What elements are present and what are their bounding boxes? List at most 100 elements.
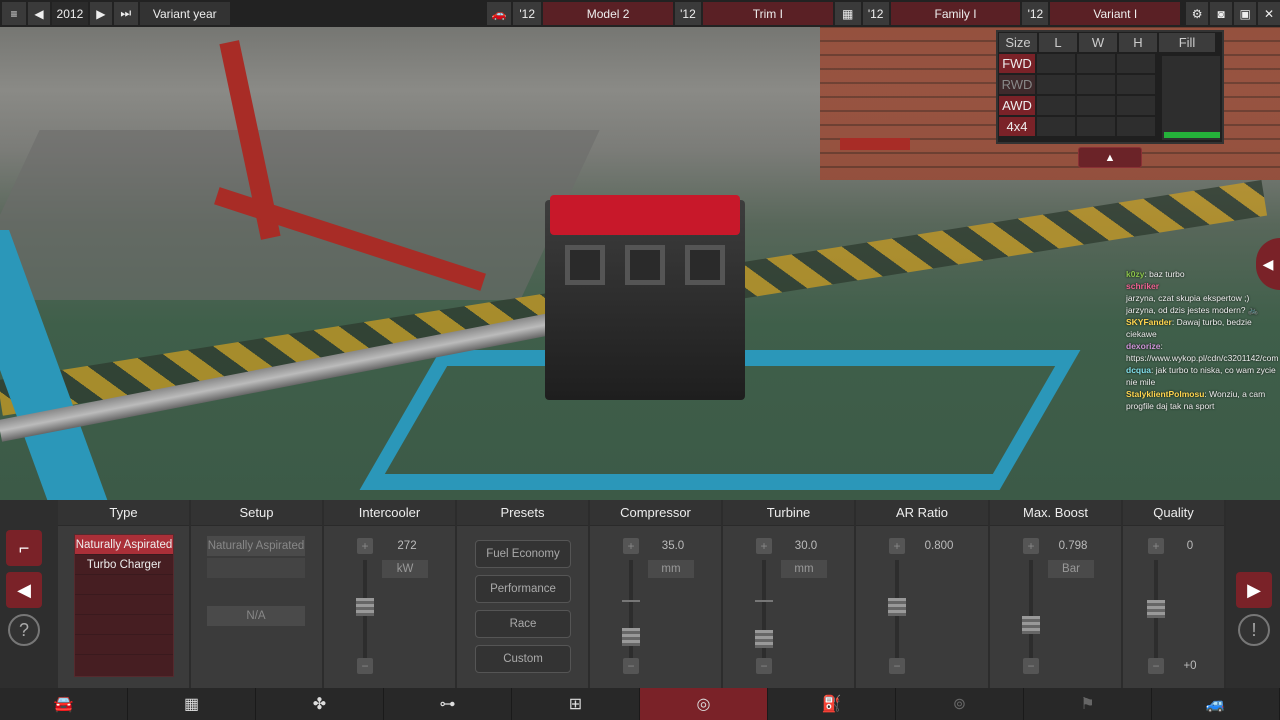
type-list: Naturally Aspirated Turbo Charger [74, 534, 174, 677]
max-boost-slider[interactable] [1022, 616, 1040, 634]
model-year: '12 [513, 2, 542, 25]
ar-ratio-plus-icon[interactable]: + [889, 538, 905, 554]
fast-forward-button[interactable]: ⏭ [113, 2, 138, 25]
bottom-nav: 🚘 ▦ ✤ ⊶ ⊞ ◎ ⛽ ⊚ ⚑ 🚙 [0, 688, 1280, 720]
compressor-plus-icon[interactable]: + [623, 538, 639, 554]
compressor-column: Compressor + 35.0 mm − [590, 500, 723, 688]
engine-cylinder [625, 245, 665, 285]
turbine-minus-icon[interactable]: − [756, 658, 772, 674]
intercooler-slider[interactable] [356, 598, 374, 616]
type-header: Type [58, 500, 189, 526]
help-icon[interactable]: ? [8, 614, 40, 646]
prev-year-button[interactable]: ◀ [27, 2, 50, 25]
year-value[interactable]: 2012 [51, 2, 88, 25]
chat-line: jarzyna, od dzis jestes modern? 🚲 [1126, 305, 1259, 315]
chat-overlay: k0zy: baz turbo schriker jarzyna, czat s… [1126, 268, 1280, 412]
preset-performance[interactable]: Performance [475, 575, 571, 603]
intercooler-unit: kW [382, 560, 428, 578]
right-nav: ▶ ! [1226, 500, 1280, 688]
ar-ratio-slider[interactable] [888, 598, 906, 616]
turbo-icon[interactable]: ◎ [640, 688, 768, 720]
fill-header: Fill [1159, 33, 1215, 52]
length-header: L [1039, 33, 1077, 52]
intercooler-header: Intercooler [324, 500, 455, 526]
chat-line: StalyklientPolmosu: Wonziu, a cam progfi… [1126, 389, 1266, 411]
intercooler-minus-icon[interactable]: − [357, 658, 373, 674]
type-column: Type Naturally Aspirated Turbo Charger [58, 500, 191, 688]
setup-header: Setup [191, 500, 322, 526]
warning-icon[interactable]: ! [1238, 614, 1270, 646]
compressor-header: Compressor [590, 500, 721, 526]
fwd-button[interactable]: FWD [999, 54, 1035, 73]
car-designer-icon[interactable]: 🚘 [0, 688, 128, 720]
quality-minus-icon[interactable]: − [1148, 658, 1164, 674]
engine-icon[interactable]: ▦ [834, 2, 861, 25]
engine-parts-icon[interactable]: ✤ [256, 688, 384, 720]
max-boost-minus-icon[interactable]: − [1023, 658, 1039, 674]
camshaft-icon[interactable]: ⊞ [512, 688, 640, 720]
compressor-unit: mm [648, 560, 694, 578]
fuel-icon[interactable]: ⛽ [768, 688, 896, 720]
turbo-config-panel: ⌐ ◀ ? Type Naturally Aspirated Turbo Cha… [0, 500, 1280, 688]
preset-fuel-economy[interactable]: Fuel Economy [475, 540, 571, 568]
quality-bottom-value: +0 [1183, 660, 1197, 672]
quality-plus-icon[interactable]: + [1148, 538, 1164, 554]
turbine-plus-icon[interactable]: + [756, 538, 772, 554]
next-button[interactable]: ▶ [1236, 572, 1272, 608]
car-export-icon[interactable]: 🚙 [1152, 688, 1280, 720]
awd-button[interactable]: AWD [999, 96, 1035, 115]
model-select[interactable]: Model 2 [543, 2, 673, 25]
setup-column: Setup Naturally Aspirated N/A [191, 500, 324, 688]
ar-ratio-minus-icon[interactable]: − [889, 658, 905, 674]
collapse-panel-button[interactable]: ▲ [1078, 147, 1142, 168]
compressor-slider[interactable] [622, 628, 640, 646]
quality-column: Quality + 0 − +0 [1123, 500, 1226, 688]
height-header: H [1119, 33, 1157, 52]
left-nav: ⌐ ◀ ? [0, 500, 58, 688]
chat-line: schriker [1126, 281, 1160, 291]
next-year-button[interactable]: ▶ [89, 2, 112, 25]
save-icon[interactable]: ▣ [1234, 2, 1257, 25]
rwd-button[interactable]: RWD [999, 75, 1035, 94]
presets-header: Presets [457, 500, 588, 526]
setup-na: N/A [207, 606, 305, 626]
close-icon[interactable]: ✕ [1258, 2, 1280, 25]
type-option-turbo-charger[interactable]: Turbo Charger [75, 555, 173, 575]
width-header: W [1079, 33, 1117, 52]
engine-head [550, 195, 740, 235]
4x4-button[interactable]: 4x4 [999, 117, 1035, 136]
menu-icon[interactable]: ≡ [2, 2, 26, 25]
size-header: Size [999, 33, 1037, 52]
quality-slider[interactable] [1147, 600, 1165, 618]
max-boost-value: 0.798 [1058, 540, 1088, 552]
turbine-header: Turbine [723, 500, 854, 526]
max-boost-plus-icon[interactable]: + [1023, 538, 1039, 554]
trim-select[interactable]: Trim I [702, 2, 833, 25]
engine-block-icon[interactable]: ▦ [128, 688, 256, 720]
gear-icon[interactable]: ⚙ [1186, 2, 1209, 25]
back-button[interactable]: ◀ [6, 572, 42, 608]
variant-year-label: Variant year [139, 2, 230, 25]
family-select[interactable]: Family I [890, 2, 1021, 25]
chat-line: k0zy: baz turbo [1126, 269, 1185, 279]
compressor-minus-icon[interactable]: − [623, 658, 639, 674]
intercooler-plus-icon[interactable]: + [357, 538, 373, 554]
turbine-slider[interactable] [755, 630, 773, 648]
camera-icon[interactable]: ◙ [1210, 2, 1233, 25]
chat-line: dcqua: jak turbo to niska, co wam zycie … [1126, 365, 1276, 387]
stool [840, 90, 910, 150]
max-boost-header: Max. Boost [990, 500, 1121, 526]
variant-select[interactable]: Variant I [1050, 2, 1181, 25]
exhaust-icon[interactable]: ⊚ [896, 688, 1024, 720]
test-flag-icon[interactable]: ⚑ [1024, 688, 1152, 720]
graph-icon[interactable]: ⌐ [6, 530, 42, 566]
crankshaft-icon[interactable]: ⊶ [384, 688, 512, 720]
preset-race[interactable]: Race [475, 610, 571, 638]
variant-year: '12 [1022, 2, 1049, 25]
type-option-naturally-aspirated[interactable]: Naturally Aspirated [75, 535, 173, 555]
top-bar: ≡ ◀ 2012 ▶ ⏭ Variant year 🚗 '12 Model 2 … [0, 0, 1280, 27]
preset-custom[interactable]: Custom [475, 645, 571, 673]
engine-cylinder [685, 245, 725, 285]
car-icon[interactable]: 🚗 [487, 2, 512, 25]
compressor-value: 35.0 [661, 540, 685, 552]
